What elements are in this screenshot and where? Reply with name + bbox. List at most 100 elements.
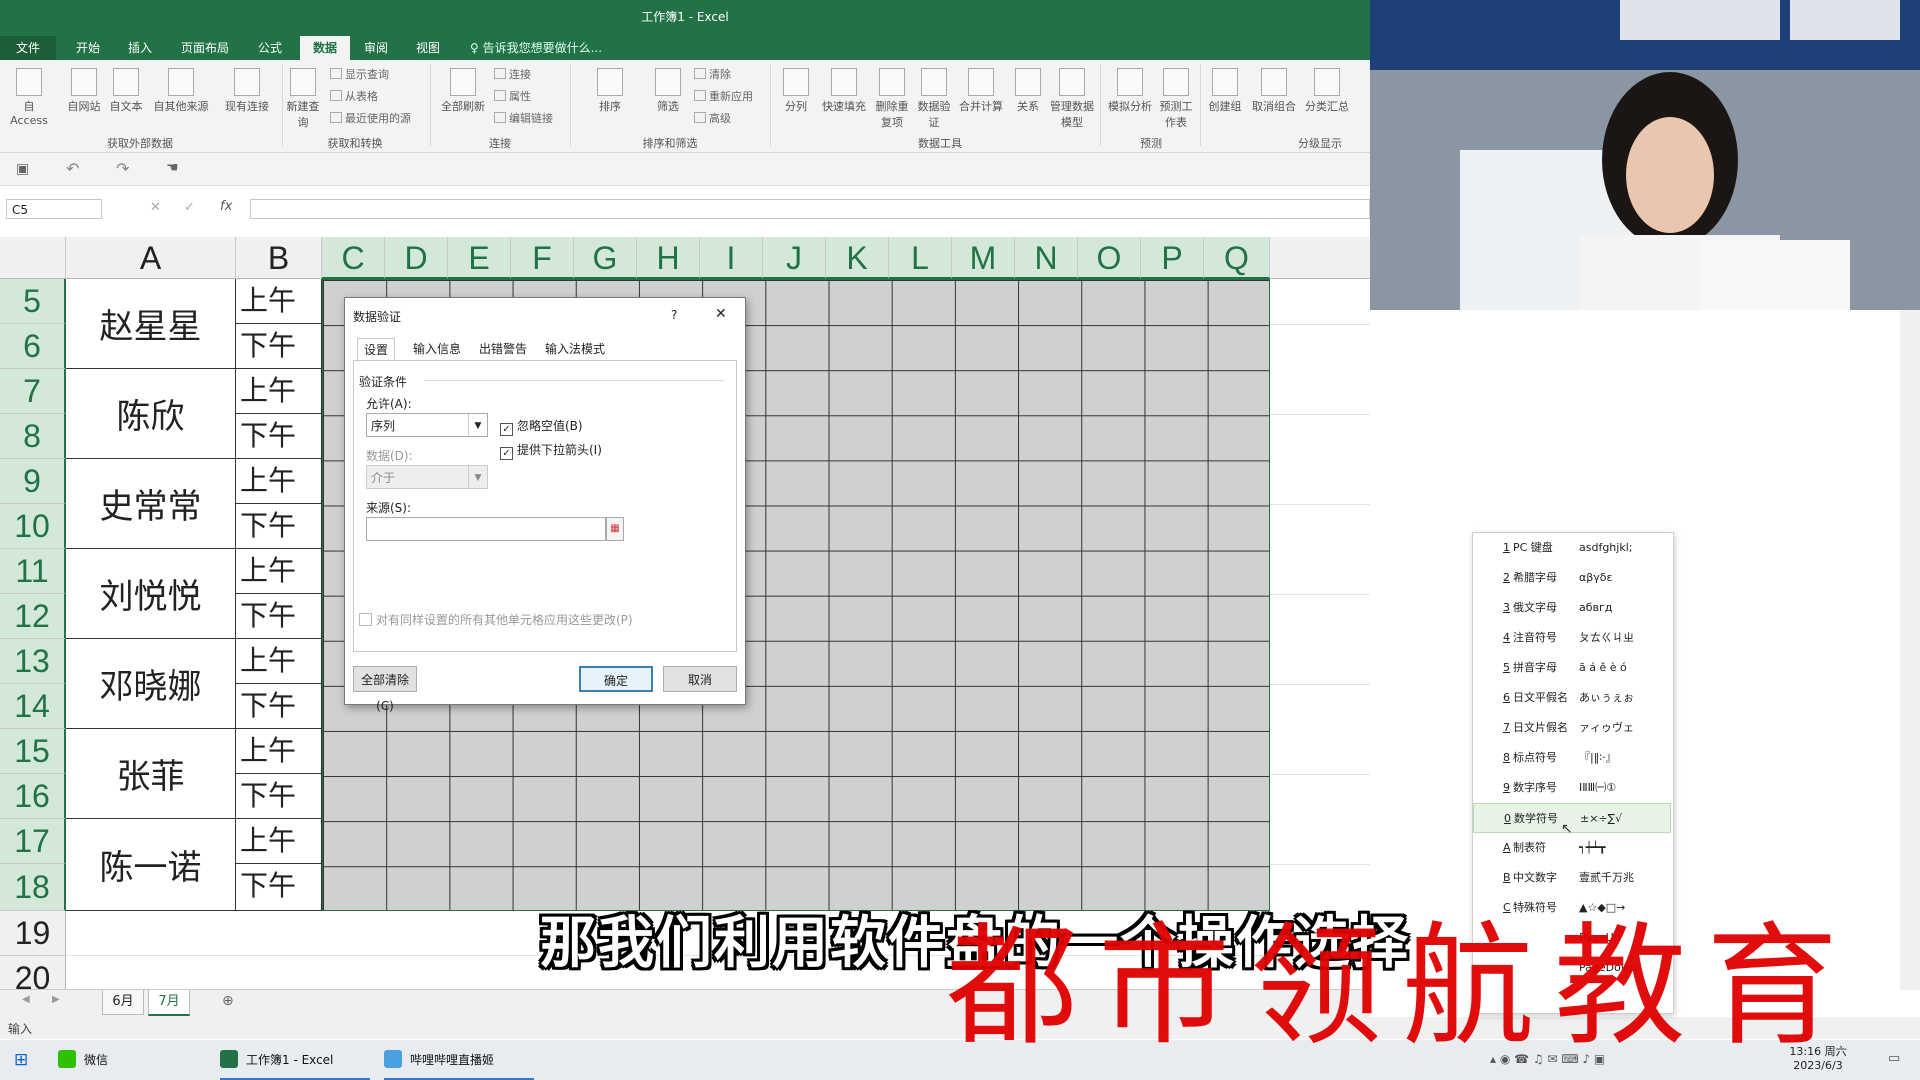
ime-menu-item[interactable]: 5 拼音字母 ā á ě è ó xyxy=(1473,653,1671,683)
pm-cell[interactable]: 下午 xyxy=(236,324,322,369)
tab-file[interactable]: 文件 xyxy=(0,36,56,60)
pm-cell[interactable]: 下午 xyxy=(236,684,322,729)
col-header[interactable]: I xyxy=(700,237,763,279)
tab-view[interactable]: 视图 xyxy=(410,36,446,60)
col-header[interactable]: D xyxy=(385,237,448,279)
row-header[interactable]: 19 xyxy=(0,911,66,956)
new-query-button[interactable]: 新建查询 xyxy=(286,68,320,130)
recent-sources-button[interactable]: 最近使用的源 xyxy=(330,110,411,126)
col-header[interactable]: E xyxy=(448,237,511,279)
taskbar-excel[interactable]: 工作簿1 - Excel xyxy=(220,1040,370,1080)
ime-menu-item[interactable]: 4 注音符号 ㄆㄊㄍㄐㄓ xyxy=(1473,623,1671,653)
scroll-left-icon[interactable]: ◀ xyxy=(22,994,30,1005)
from-table-button[interactable]: 从表格 xyxy=(330,88,378,104)
row-header[interactable]: 17 xyxy=(0,819,66,864)
formula-input[interactable] xyxy=(250,199,1370,219)
relationships-button[interactable]: 关系 xyxy=(1008,68,1048,114)
apply-all-checkbox[interactable]: 对有同样设置的所有其他单元格应用这些更改(P) xyxy=(359,611,633,628)
row-header[interactable]: 9 xyxy=(0,459,66,504)
notification-icon[interactable]: ▭ xyxy=(1888,1051,1900,1066)
ime-menu-item[interactable]: A 制表符 ┑┿┷┳ xyxy=(1473,833,1671,863)
remove-duplicates-button[interactable]: 删除重复项 xyxy=(872,68,912,130)
sheet-tab[interactable]: 6月 xyxy=(102,990,144,1015)
tab-input-message[interactable]: 输入信息 xyxy=(407,338,467,360)
ime-menu-item[interactable]: 6 日文平假名 あぃぅぇぉ xyxy=(1473,683,1671,713)
name-cell[interactable]: 陈欣 xyxy=(66,369,236,459)
am-cell[interactable]: 上午 xyxy=(236,459,322,504)
name-box[interactable]: C5 xyxy=(6,199,102,219)
col-header[interactable]: H xyxy=(637,237,700,279)
scroll-right-icon[interactable]: ▶ xyxy=(52,994,60,1005)
touch-mode-icon[interactable]: ☚ xyxy=(166,160,179,176)
data-validation-button[interactable]: 数据验证 xyxy=(914,68,954,130)
col-header[interactable]: L xyxy=(889,237,952,279)
what-if-button[interactable]: 模拟分析 xyxy=(1104,68,1156,114)
add-sheet-icon[interactable]: ⊕ xyxy=(222,993,234,1009)
cancel-button[interactable]: 取消 xyxy=(663,666,737,692)
ime-menu-item[interactable]: 2 希腊字母 αβγδε xyxy=(1473,563,1671,593)
col-header[interactable]: G xyxy=(574,237,637,279)
row-header[interactable]: 7 xyxy=(0,369,66,414)
clear-button[interactable]: 清除 xyxy=(694,66,731,82)
save-icon[interactable]: ▣ xyxy=(16,161,29,177)
tab-data[interactable]: 数据 xyxy=(300,36,350,60)
taskbar-wechat[interactable]: 微信 xyxy=(58,1040,208,1080)
tell-me-box[interactable]: ♀ 告诉我您想要做什么... xyxy=(470,36,602,60)
row-header[interactable]: 15 xyxy=(0,729,66,774)
undo-icon[interactable]: ↶ xyxy=(66,159,79,178)
show-queries-button[interactable]: 显示查询 xyxy=(330,66,389,82)
from-access-button[interactable]: 自 Access xyxy=(6,68,52,127)
ime-menu-item[interactable]: 3 俄文字母 абвгд xyxy=(1473,593,1671,623)
am-cell[interactable]: 上午 xyxy=(236,369,322,414)
filter-button[interactable]: 筛选 xyxy=(648,68,688,114)
consolidate-button[interactable]: 合并计算 xyxy=(956,68,1006,114)
pm-cell[interactable]: 下午 xyxy=(236,864,322,911)
properties-button[interactable]: 属性 xyxy=(494,88,531,104)
windows-start-icon[interactable]: ⊞ xyxy=(14,1050,28,1070)
tab-ime-mode[interactable]: 输入法模式 xyxy=(539,338,611,360)
col-header[interactable]: K xyxy=(826,237,889,279)
col-header[interactable]: B xyxy=(236,237,322,279)
name-cell[interactable]: 赵星星 xyxy=(66,279,236,369)
am-cell[interactable]: 上午 xyxy=(236,279,322,324)
advanced-button[interactable]: 高级 xyxy=(694,110,731,126)
pm-cell[interactable]: 下午 xyxy=(236,504,322,549)
col-header[interactable]: P xyxy=(1141,237,1204,279)
connections-button[interactable]: 连接 xyxy=(494,66,531,82)
manage-data-model-button[interactable]: 管理数据模型 xyxy=(1050,68,1094,130)
row-header[interactable]: 13 xyxy=(0,639,66,684)
forecast-sheet-button[interactable]: 预测工作表 xyxy=(1158,68,1194,130)
am-cell[interactable]: 上午 xyxy=(236,729,322,774)
row-header[interactable]: 12 xyxy=(0,594,66,639)
ime-menu-item[interactable]: 1 PC 键盘 asdfghjkl; xyxy=(1473,533,1671,563)
existing-connections-button[interactable]: 现有连接 xyxy=(220,68,274,114)
edit-links-button[interactable]: 编辑链接 xyxy=(494,110,553,126)
col-header[interactable]: N xyxy=(1015,237,1078,279)
ime-menu-item[interactable]: 9 数字序号 ⅠⅡⅢ㈠① xyxy=(1473,773,1671,803)
col-header[interactable]: O xyxy=(1078,237,1141,279)
row-header[interactable]: 18 xyxy=(0,864,66,911)
subtotal-button[interactable]: 分类汇总 xyxy=(1300,68,1354,114)
row-header[interactable]: 8 xyxy=(0,414,66,459)
insert-function-icon[interactable]: fx xyxy=(220,199,232,214)
tab-home[interactable]: 开始 xyxy=(70,36,106,60)
name-cell[interactable]: 邓晓娜 xyxy=(66,639,236,729)
ungroup-button[interactable]: 取消组合 xyxy=(1248,68,1300,114)
am-cell[interactable]: 上午 xyxy=(236,639,322,684)
redo-icon[interactable]: ↷ xyxy=(116,159,129,178)
am-cell[interactable]: 上午 xyxy=(236,549,322,594)
row-header[interactable]: 10 xyxy=(0,504,66,549)
tab-page-layout[interactable]: 页面布局 xyxy=(172,36,238,60)
enter-icon[interactable]: ✓ xyxy=(184,200,195,215)
col-header[interactable]: F xyxy=(511,237,574,279)
from-web-button[interactable]: 自网站 xyxy=(64,68,104,114)
ime-menu-item[interactable]: 8 标点符号 『|‖∶·』 xyxy=(1473,743,1671,773)
row-header[interactable]: 5 xyxy=(0,279,66,324)
col-header[interactable]: C xyxy=(322,237,385,279)
name-cell[interactable]: 史常常 xyxy=(66,459,236,549)
col-header[interactable]: M xyxy=(952,237,1015,279)
reapply-button[interactable]: 重新应用 xyxy=(694,88,753,104)
sort-button[interactable]: 排序 xyxy=(590,68,630,114)
col-header[interactable]: J xyxy=(763,237,826,279)
row-header[interactable]: 16 xyxy=(0,774,66,819)
